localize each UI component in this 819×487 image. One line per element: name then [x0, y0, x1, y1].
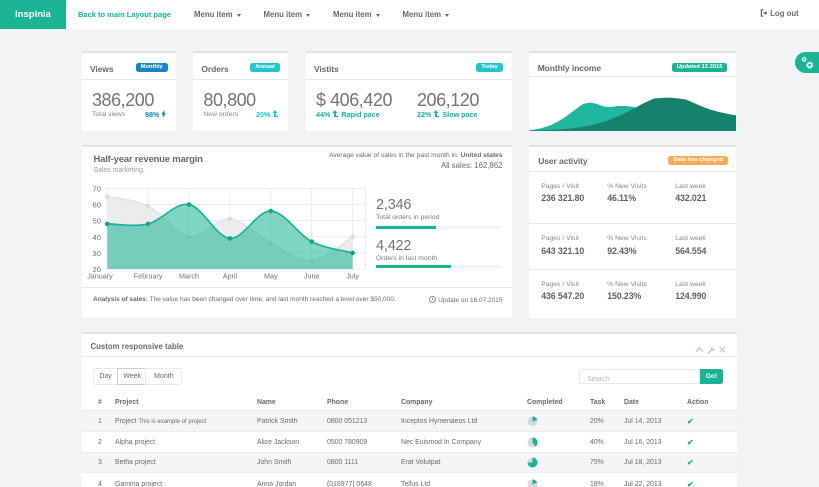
svg-text:70: 70	[93, 184, 101, 193]
svg-text:April: April	[223, 271, 238, 280]
svg-text:50: 50	[93, 217, 101, 226]
svg-text:March: March	[179, 271, 199, 280]
svg-text:June: June	[304, 271, 320, 280]
svg-text:40: 40	[93, 233, 101, 242]
svg-text:May: May	[264, 271, 278, 280]
svg-text:January: January	[87, 271, 113, 280]
svg-text:July: July	[346, 271, 359, 280]
svg-text:February: February	[134, 271, 163, 280]
svg-text:60: 60	[93, 200, 101, 209]
svg-text:30: 30	[93, 249, 101, 258]
